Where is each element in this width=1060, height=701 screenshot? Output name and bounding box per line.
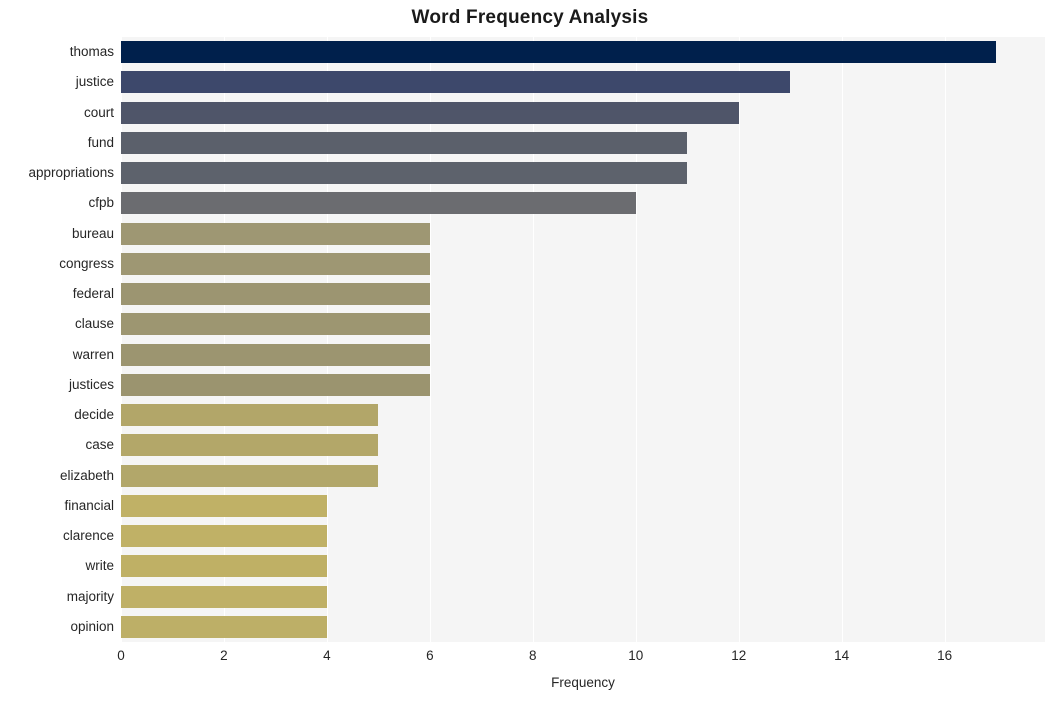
bar-row <box>121 615 1045 638</box>
plot-area <box>121 37 1045 642</box>
bar-row <box>121 404 1045 427</box>
y-tick-label-warren: warren <box>72 346 114 362</box>
y-tick-label-financial: financial <box>64 497 114 513</box>
bar-row <box>121 41 1045 64</box>
bar-bureau[interactable] <box>121 222 430 245</box>
bar-row <box>121 313 1045 336</box>
bar-row <box>121 131 1045 154</box>
bar-row <box>121 162 1045 185</box>
bar-elizabeth[interactable] <box>121 464 379 487</box>
x-axis-title: Frequency <box>551 675 615 690</box>
bar-row <box>121 283 1045 306</box>
bar-row <box>121 71 1045 94</box>
bar-fund[interactable] <box>121 131 688 154</box>
x-tick-label-2: 2 <box>220 648 228 663</box>
bar-federal[interactable] <box>121 283 430 306</box>
x-tick-label-0: 0 <box>117 648 125 663</box>
bar-clarence[interactable] <box>121 525 327 548</box>
y-tick-label-majority: majority <box>66 588 114 604</box>
y-tick-label-elizabeth: elizabeth <box>59 467 114 483</box>
bar-row <box>121 252 1045 275</box>
bar-justice[interactable] <box>121 71 791 94</box>
y-tick-label-justices: justices <box>68 376 114 392</box>
y-axis-tick-labels: thomas justice court fund appropriations cfpb… <box>0 37 114 642</box>
y-tick-label-cfpb: cfpb <box>88 195 114 211</box>
y-tick-label-thomas: thomas <box>69 44 114 60</box>
chart-figure: Word Frequency Analysis thomas justice cou… <box>0 0 1060 701</box>
bar-row <box>121 192 1045 215</box>
y-tick-label-opinion: opinion <box>70 618 114 634</box>
bar-financial[interactable] <box>121 494 327 517</box>
y-tick-label-federal: federal <box>72 286 114 302</box>
bar-opinion[interactable] <box>121 615 327 638</box>
bar-thomas[interactable] <box>121 41 997 64</box>
x-tick-label-6: 6 <box>426 648 434 663</box>
bar-row <box>121 343 1045 366</box>
bar-clause[interactable] <box>121 313 430 336</box>
bar-row <box>121 101 1045 124</box>
x-tick-label-14: 14 <box>834 648 850 663</box>
x-tick-label-12: 12 <box>731 648 747 663</box>
bar-appropriations[interactable] <box>121 162 688 185</box>
y-tick-label-clarence: clarence <box>62 528 114 544</box>
bar-row <box>121 464 1045 487</box>
bars-container <box>121 37 1045 642</box>
bar-row <box>121 525 1045 548</box>
x-axis-tick-labels: 0 2 4 6 8 10 12 14 16 <box>0 648 1060 668</box>
bar-row <box>121 494 1045 517</box>
y-tick-label-fund: fund <box>87 134 114 150</box>
x-tick-label-4: 4 <box>323 648 331 663</box>
bar-congress[interactable] <box>121 252 430 275</box>
x-tick-label-8: 8 <box>529 648 537 663</box>
bar-court[interactable] <box>121 101 739 124</box>
bar-warren[interactable] <box>121 343 430 366</box>
bar-case[interactable] <box>121 434 379 457</box>
y-tick-label-case: case <box>85 437 114 453</box>
bar-row <box>121 373 1045 396</box>
y-tick-label-justice: justice <box>75 74 114 90</box>
y-tick-label-appropriations: appropriations <box>28 165 114 181</box>
bar-cfpb[interactable] <box>121 192 636 215</box>
bar-justices[interactable] <box>121 373 430 396</box>
bar-row <box>121 585 1045 608</box>
bar-decide[interactable] <box>121 404 379 427</box>
bar-row <box>121 434 1045 457</box>
x-tick-label-10: 10 <box>628 648 644 663</box>
x-tick-label-16: 16 <box>937 648 953 663</box>
bar-write[interactable] <box>121 555 327 578</box>
bar-row <box>121 222 1045 245</box>
y-tick-label-bureau: bureau <box>71 225 114 241</box>
bar-majority[interactable] <box>121 585 327 608</box>
y-tick-label-write: write <box>85 558 114 574</box>
y-tick-label-clause: clause <box>74 316 114 332</box>
y-tick-label-congress: congress <box>59 255 114 271</box>
chart-title: Word Frequency Analysis <box>411 7 649 28</box>
y-tick-label-court: court <box>83 104 114 120</box>
bar-row <box>121 555 1045 578</box>
y-tick-label-decide: decide <box>74 407 114 423</box>
